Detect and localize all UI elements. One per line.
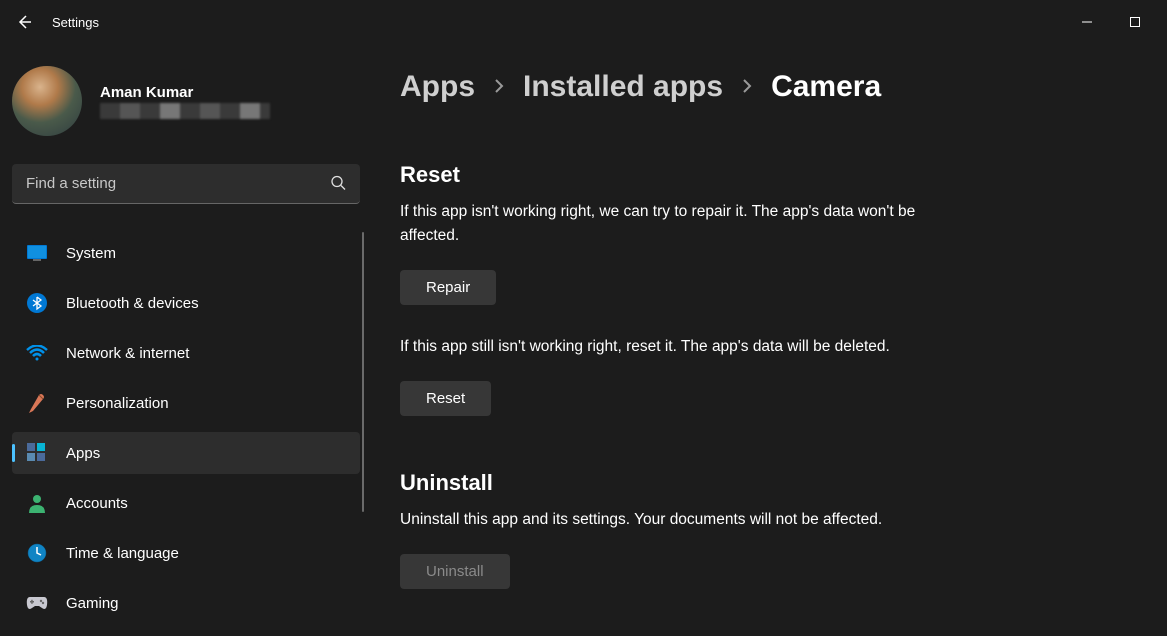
search-wrap bbox=[12, 164, 360, 204]
repair-description: If this app isn't working right, we can … bbox=[400, 200, 960, 248]
avatar bbox=[12, 66, 82, 136]
titlebar-left: Settings bbox=[14, 12, 99, 32]
nav-item-gaming[interactable]: Gaming bbox=[12, 582, 360, 624]
scrollbar[interactable] bbox=[362, 232, 364, 512]
nav-label: Network & internet bbox=[66, 345, 189, 362]
chevron-right-icon bbox=[493, 77, 505, 98]
breadcrumb-apps[interactable]: Apps bbox=[400, 70, 475, 104]
reset-button[interactable]: Reset bbox=[400, 381, 491, 416]
nav-label: Personalization bbox=[66, 395, 169, 412]
search-input[interactable] bbox=[12, 164, 360, 204]
nav-item-time-language[interactable]: Time & language bbox=[12, 532, 360, 574]
nav-item-network[interactable]: Network & internet bbox=[12, 332, 360, 374]
reset-description: If this app still isn't working right, r… bbox=[400, 335, 1050, 359]
gamepad-icon bbox=[26, 592, 48, 614]
system-icon bbox=[26, 242, 48, 264]
back-button[interactable] bbox=[14, 12, 34, 32]
chevron-right-icon bbox=[741, 77, 753, 98]
uninstall-section-title: Uninstall bbox=[400, 470, 1127, 496]
maximize-icon bbox=[1129, 16, 1141, 28]
window-title: Settings bbox=[52, 15, 99, 30]
person-icon bbox=[26, 492, 48, 514]
breadcrumb-installed-apps[interactable]: Installed apps bbox=[523, 70, 723, 104]
clock-globe-icon bbox=[26, 542, 48, 564]
profile-info: Aman Kumar bbox=[100, 84, 270, 119]
nav-item-accounts[interactable]: Accounts bbox=[12, 482, 360, 524]
nav-item-system[interactable]: System bbox=[12, 232, 360, 274]
breadcrumb: Apps Installed apps Camera bbox=[400, 70, 1127, 104]
sidebar-nav: System Bluetooth & devices Network & int… bbox=[12, 232, 360, 632]
nav-label: Time & language bbox=[66, 545, 179, 562]
wifi-icon bbox=[26, 342, 48, 364]
paintbrush-icon bbox=[26, 392, 48, 414]
uninstall-description: Uninstall this app and its settings. You… bbox=[400, 508, 1050, 532]
content-container: Aman Kumar System Bluetooth bbox=[0, 44, 1167, 636]
maximize-button[interactable] bbox=[1121, 8, 1149, 36]
nav-item-apps[interactable]: Apps bbox=[12, 432, 360, 474]
arrow-left-icon bbox=[16, 14, 32, 30]
uninstall-button[interactable]: Uninstall bbox=[400, 554, 510, 589]
repair-button[interactable]: Repair bbox=[400, 270, 496, 305]
nav-item-bluetooth[interactable]: Bluetooth & devices bbox=[12, 282, 360, 324]
bluetooth-icon bbox=[26, 292, 48, 314]
reset-section-title: Reset bbox=[400, 162, 1127, 188]
nav-label: Accounts bbox=[66, 495, 128, 512]
titlebar: Settings bbox=[0, 0, 1167, 44]
profile-email-redacted bbox=[100, 103, 270, 119]
search-icon bbox=[330, 175, 346, 194]
apps-icon bbox=[26, 442, 48, 464]
nav-item-personalization[interactable]: Personalization bbox=[12, 382, 360, 424]
window-controls bbox=[1073, 8, 1159, 36]
minimize-icon bbox=[1081, 16, 1093, 28]
nav-label: Bluetooth & devices bbox=[66, 295, 199, 312]
minimize-button[interactable] bbox=[1073, 8, 1101, 36]
main-content: Apps Installed apps Camera Reset If this… bbox=[372, 44, 1167, 636]
profile-name: Aman Kumar bbox=[100, 84, 270, 101]
profile-block[interactable]: Aman Kumar bbox=[12, 66, 360, 136]
sidebar: Aman Kumar System Bluetooth bbox=[0, 44, 372, 636]
nav-label: Apps bbox=[66, 445, 100, 462]
nav-label: Gaming bbox=[66, 595, 119, 612]
nav-label: System bbox=[66, 245, 116, 262]
breadcrumb-current: Camera bbox=[771, 70, 881, 104]
